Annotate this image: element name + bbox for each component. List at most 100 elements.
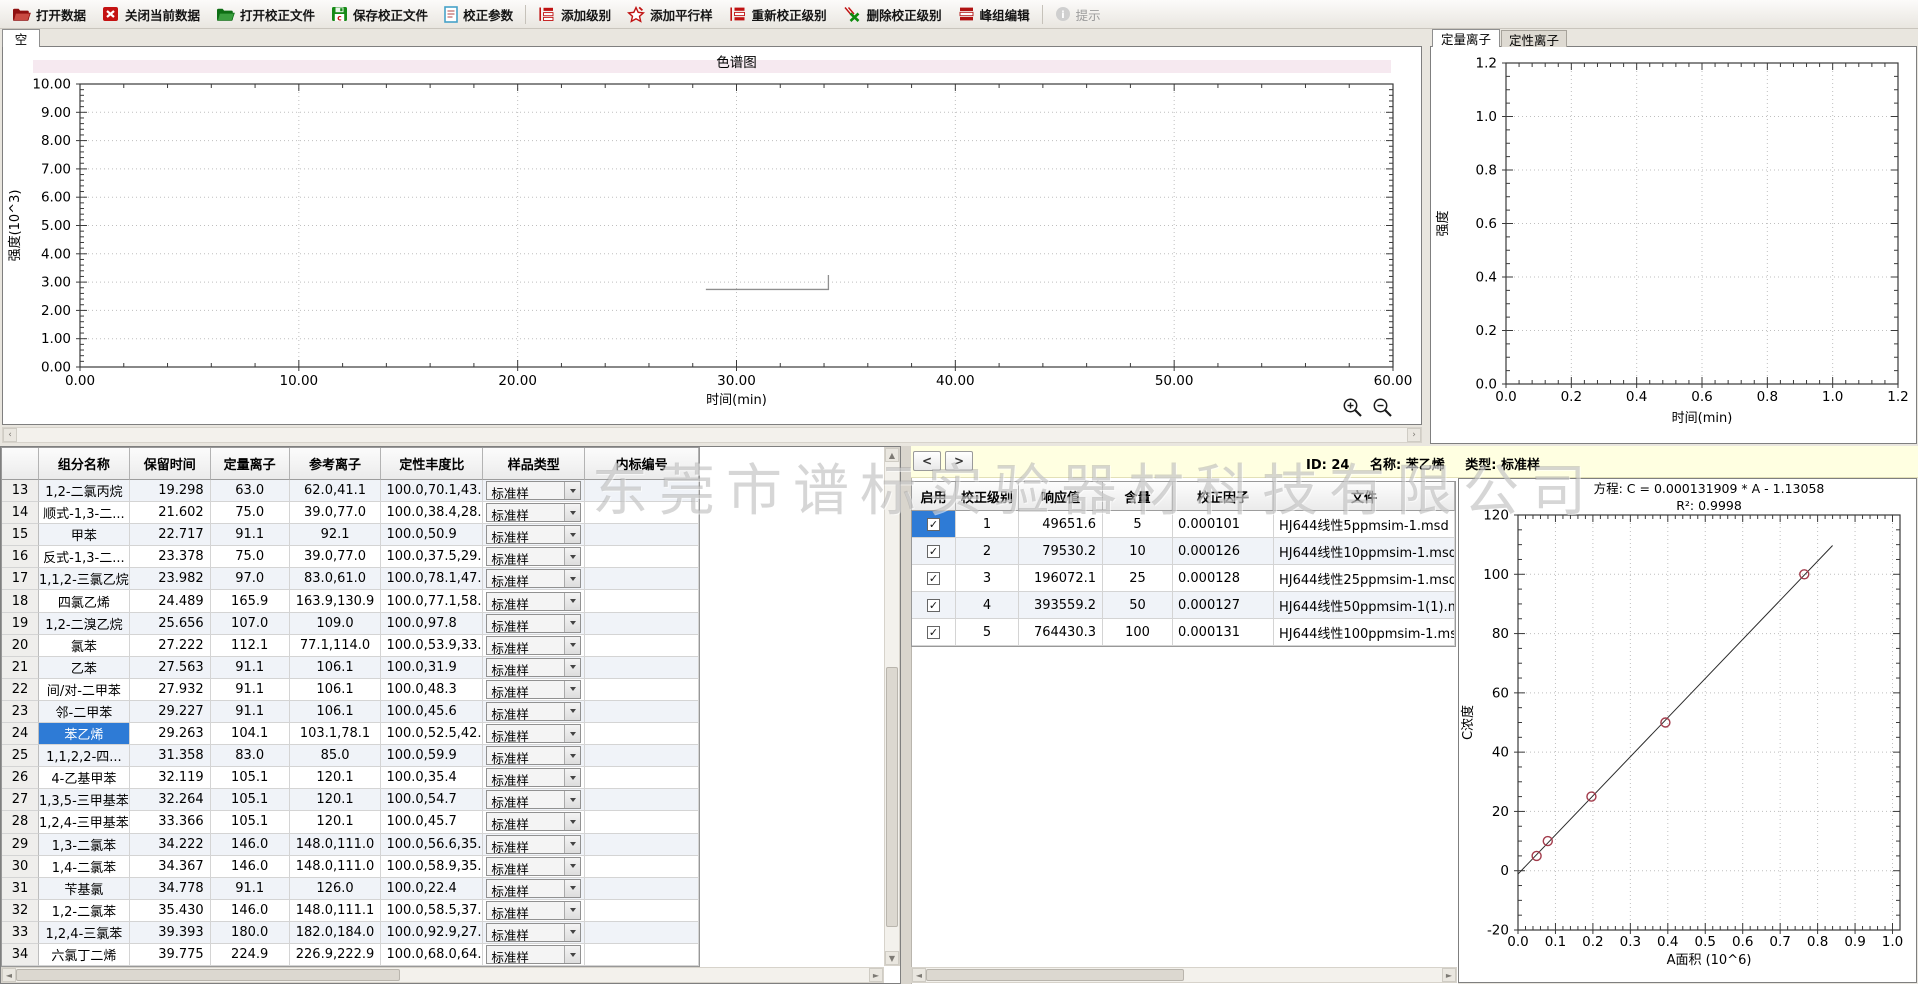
sample-type-dropdown[interactable]: 标准样: [486, 812, 581, 831]
cell-istd-number[interactable]: [585, 502, 699, 524]
cell-component-name[interactable]: 1,2,4-三氯苯: [39, 922, 130, 944]
cell-qual-abundance-ratio[interactable]: 100.0,31.9: [381, 657, 483, 679]
cell-row-number[interactable]: 21: [2, 657, 39, 679]
tab-qualifier-ion[interactable]: 定性离子: [1501, 30, 1567, 47]
cell-component-name[interactable]: 苄基氯: [39, 878, 130, 900]
cell-row-number[interactable]: 29: [2, 834, 39, 856]
cell-reference-ion[interactable]: 226.9,222.9: [290, 944, 382, 966]
component-row-31[interactable]: 31苄基氯34.77891.1126.0100.0,22.4标准样: [2, 878, 699, 900]
cell-istd-number[interactable]: [585, 834, 699, 856]
cell-reference-ion[interactable]: 120.1: [290, 789, 382, 811]
cell-qual-abundance-ratio[interactable]: 100.0,59.9: [381, 745, 483, 767]
cell-reference-ion[interactable]: 85.0: [290, 745, 382, 767]
cell-component-name[interactable]: 反式-1,3-二...: [39, 546, 130, 568]
cell-qual-abundance-ratio[interactable]: 100.0,38.4,28.7: [381, 502, 483, 524]
cell-row-number[interactable]: 14: [2, 502, 39, 524]
cell-reference-ion[interactable]: 148.0,111.0: [290, 834, 382, 856]
cell-component-name[interactable]: 1,1,2,2-四...: [39, 745, 130, 767]
cell-retention-time[interactable]: 27.932: [130, 679, 211, 701]
cell-retention-time[interactable]: 23.378: [130, 546, 211, 568]
calibration-level-row-1[interactable]: ✓149651.650.000101HJ644线性5ppmsim-1.msd: [912, 511, 1455, 538]
sample-type-dropdown[interactable]: 标准样: [486, 835, 581, 854]
cell-row-number[interactable]: 31: [2, 878, 39, 900]
cell-file[interactable]: HJ644线性5ppmsim-1.msd: [1274, 511, 1455, 538]
component-row-18[interactable]: 18四氯乙烯24.489165.9163.9,130.9100.0,77.1,5…: [2, 590, 699, 612]
cell-reference-ion[interactable]: 39.0,77.0: [290, 546, 382, 568]
cell-retention-time[interactable]: 39.393: [130, 922, 211, 944]
chevron-down-icon[interactable]: [564, 570, 580, 587]
cell-retention-time[interactable]: 39.775: [130, 944, 211, 966]
校正参数-button[interactable]: 校正参数: [436, 2, 521, 27]
cell-reference-ion[interactable]: 106.1: [290, 657, 382, 679]
cell-level[interactable]: 3: [956, 565, 1019, 592]
cell-amount[interactable]: 10: [1103, 538, 1173, 565]
cell-retention-time[interactable]: 24.489: [130, 590, 211, 612]
component-row-17[interactable]: 171,1,2-三氯乙烷23.98297.083.0,61.0100.0,78.…: [2, 568, 699, 590]
cell-quant-ion[interactable]: 146.0: [211, 856, 290, 878]
cell-row-number[interactable]: 16: [2, 546, 39, 568]
cell-istd-number[interactable]: [585, 878, 699, 900]
sample-type-dropdown[interactable]: 标准样: [486, 614, 581, 633]
cell-retention-time[interactable]: 35.430: [130, 900, 211, 922]
cell-reference-ion[interactable]: 106.1: [290, 679, 382, 701]
scroll-thumb[interactable]: [16, 969, 400, 981]
cell-response[interactable]: 49651.6: [1019, 511, 1103, 538]
cell-component-name[interactable]: 1,2-二氯丙烷: [39, 480, 130, 502]
cell-row-number[interactable]: 23: [2, 701, 39, 723]
cell-istd-number[interactable]: [585, 657, 699, 679]
cell-istd-number[interactable]: [585, 635, 699, 657]
scroll-left-icon[interactable]: ‹: [3, 428, 17, 442]
component-row-23[interactable]: 23邻-二甲苯29.22791.1106.1100.0,45.6标准样: [2, 701, 699, 723]
component-row-33[interactable]: 331,2,4-三氯苯39.393180.0182.0,184.0100.0,9…: [2, 922, 699, 944]
sample-type-dropdown[interactable]: 标准样: [486, 592, 581, 611]
cell-qual-abundance-ratio[interactable]: 100.0,97.8: [381, 613, 483, 635]
cell-reference-ion[interactable]: 83.0,61.0: [290, 568, 382, 590]
cell-quant-ion[interactable]: 165.9: [211, 590, 290, 612]
scroll-right-icon[interactable]: ►: [1442, 968, 1456, 982]
cell-quant-ion[interactable]: 75.0: [211, 502, 290, 524]
cell-file[interactable]: HJ644线性100ppmsim-1.msd: [1274, 619, 1455, 646]
cell-component-name[interactable]: 邻-二甲苯: [39, 701, 130, 723]
cell-level[interactable]: 4: [956, 592, 1019, 619]
scroll-thumb[interactable]: [886, 667, 898, 926]
cell-response[interactable]: 79530.2: [1019, 538, 1103, 565]
cell-retention-time[interactable]: 29.263: [130, 723, 211, 745]
cell-retention-time[interactable]: 29.227: [130, 701, 211, 723]
cell-row-number[interactable]: 17: [2, 568, 39, 590]
cell-retention-time[interactable]: 34.778: [130, 878, 211, 900]
component-row-21[interactable]: 21乙苯27.56391.1106.1100.0,31.9标准样: [2, 657, 699, 679]
level-enabled-checkbox[interactable]: ✓: [927, 518, 940, 531]
cell-component-name[interactable]: 1,3-二氯苯: [39, 834, 130, 856]
chromatogram-hscrollbar[interactable]: ‹ ›: [2, 427, 1422, 443]
cell-amount[interactable]: 100: [1103, 619, 1173, 646]
chevron-down-icon[interactable]: [564, 659, 580, 676]
打开数据-button[interactable]: 打开数据: [4, 2, 94, 27]
calibration-level-row-2[interactable]: ✓279530.2100.000126HJ644线性10ppmsim-1.msd: [912, 538, 1455, 565]
chevron-down-icon[interactable]: [564, 615, 580, 632]
component-row-34[interactable]: 34六氯丁二烯39.775224.9226.9,222.9100.0,68.0,…: [2, 944, 699, 966]
cell-reference-ion[interactable]: 120.1: [290, 767, 382, 789]
cell-quant-ion[interactable]: 105.1: [211, 789, 290, 811]
cell-reference-ion[interactable]: 126.0: [290, 878, 382, 900]
cell-qual-abundance-ratio[interactable]: 100.0,45.6: [381, 701, 483, 723]
cell-quant-ion[interactable]: 91.1: [211, 524, 290, 546]
cell-istd-number[interactable]: [585, 701, 699, 723]
sample-type-dropdown[interactable]: 标准样: [486, 525, 581, 544]
component-row-14[interactable]: 14顺式-1,3-二...21.60275.039.0,77.0100.0,38…: [2, 502, 699, 524]
cell-qual-abundance-ratio[interactable]: 100.0,58.5,37.2: [381, 900, 483, 922]
cell-reference-ion[interactable]: 182.0,184.0: [290, 922, 382, 944]
cell-quant-ion[interactable]: 180.0: [211, 922, 290, 944]
cell-retention-time[interactable]: 33.366: [130, 811, 211, 833]
cell-level[interactable]: 5: [956, 619, 1019, 646]
splitter-handle[interactable]: [901, 446, 911, 984]
sample-type-dropdown[interactable]: 标准样: [486, 879, 581, 898]
重新校正级别-button[interactable]: 重新校正级别: [721, 2, 835, 27]
cell-file[interactable]: HJ644线性25ppmsim-1.msd: [1274, 565, 1455, 592]
cell-row-number[interactable]: 24: [2, 723, 39, 745]
chevron-down-icon[interactable]: [564, 813, 580, 830]
cell-quant-ion[interactable]: 146.0: [211, 900, 290, 922]
cell-row-number[interactable]: 15: [2, 524, 39, 546]
cell-level[interactable]: 2: [956, 538, 1019, 565]
cell-qual-abundance-ratio[interactable]: 100.0,37.5,29.7: [381, 546, 483, 568]
cell-istd-number[interactable]: [585, 922, 699, 944]
